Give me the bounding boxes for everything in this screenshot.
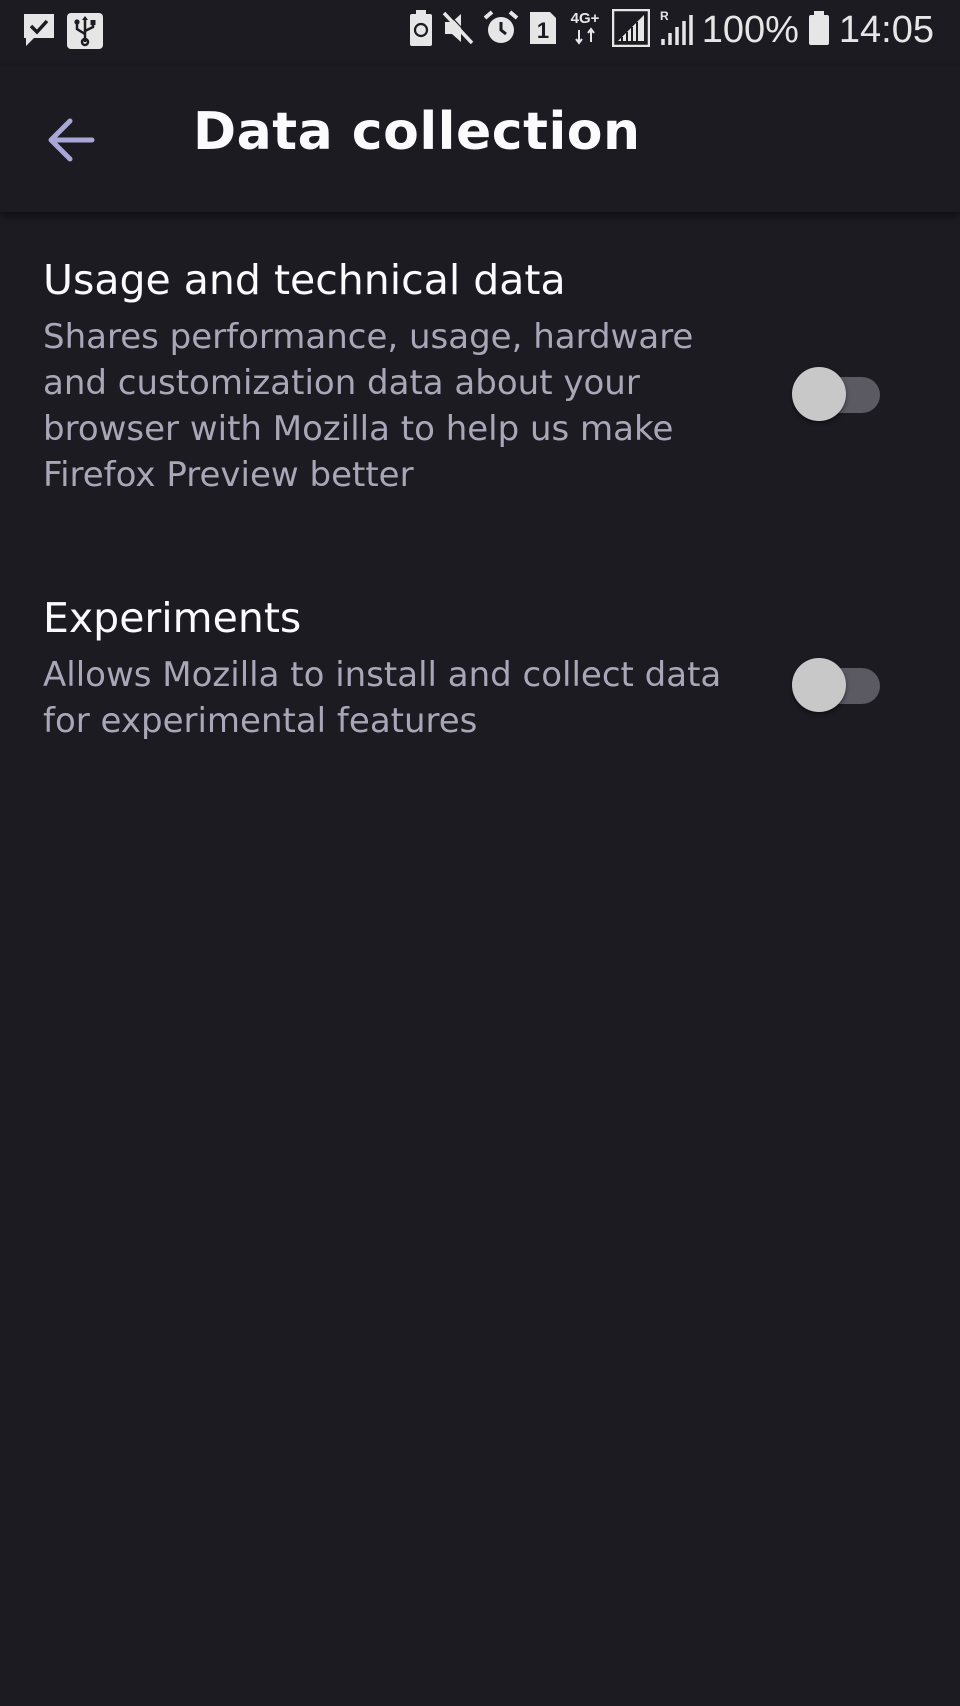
signal-icon — [611, 8, 650, 51]
experiments-switch[interactable] — [792, 654, 888, 714]
alarm-icon — [483, 10, 519, 50]
pref-text: Experiments Allows Mozilla to install an… — [43, 590, 763, 744]
message-check-icon — [22, 12, 56, 54]
sim-1-icon: 1 — [528, 10, 558, 50]
status-left-icons — [22, 12, 104, 54]
pref-summary: Shares performance, usage, hardware and … — [43, 317, 694, 495]
pref-experiments[interactable]: Experiments Allows Mozilla to install an… — [0, 590, 960, 750]
pref-title: Usage and technical data — [43, 256, 566, 304]
status-bar: 1 4G+ R 100% 14:05 — [0, 0, 960, 66]
svg-text:1: 1 — [537, 18, 549, 43]
svg-text:4G+: 4G+ — [570, 10, 599, 27]
usage-data-switch[interactable] — [792, 363, 888, 423]
svg-text:R: R — [660, 9, 669, 23]
mute-icon — [442, 10, 475, 50]
pref-summary: Allows Mozilla to install and collect da… — [43, 655, 722, 741]
battery-saver-icon — [409, 9, 433, 51]
clock: 14:05 — [838, 8, 934, 51]
app-bar: Data collection — [0, 66, 960, 212]
page-title: Data collection — [193, 102, 641, 162]
battery-percent: 100% — [701, 8, 799, 51]
usb-icon — [66, 12, 104, 54]
arrow-back-icon — [38, 118, 108, 180]
pref-title: Experiments — [43, 594, 302, 642]
pref-text: Usage and technical data Shares performa… — [43, 252, 763, 498]
network-4g-icon: 4G+ — [567, 8, 603, 52]
switch-thumb — [792, 658, 846, 712]
battery-full-icon — [808, 10, 830, 50]
back-button[interactable] — [38, 106, 108, 176]
pref-usage-technical-data[interactable]: Usage and technical data Shares performa… — [0, 252, 960, 532]
roaming-signal-icon: R — [659, 9, 693, 51]
status-right-icons: 1 4G+ R 100% 14:05 — [409, 8, 934, 52]
switch-thumb — [792, 367, 846, 421]
